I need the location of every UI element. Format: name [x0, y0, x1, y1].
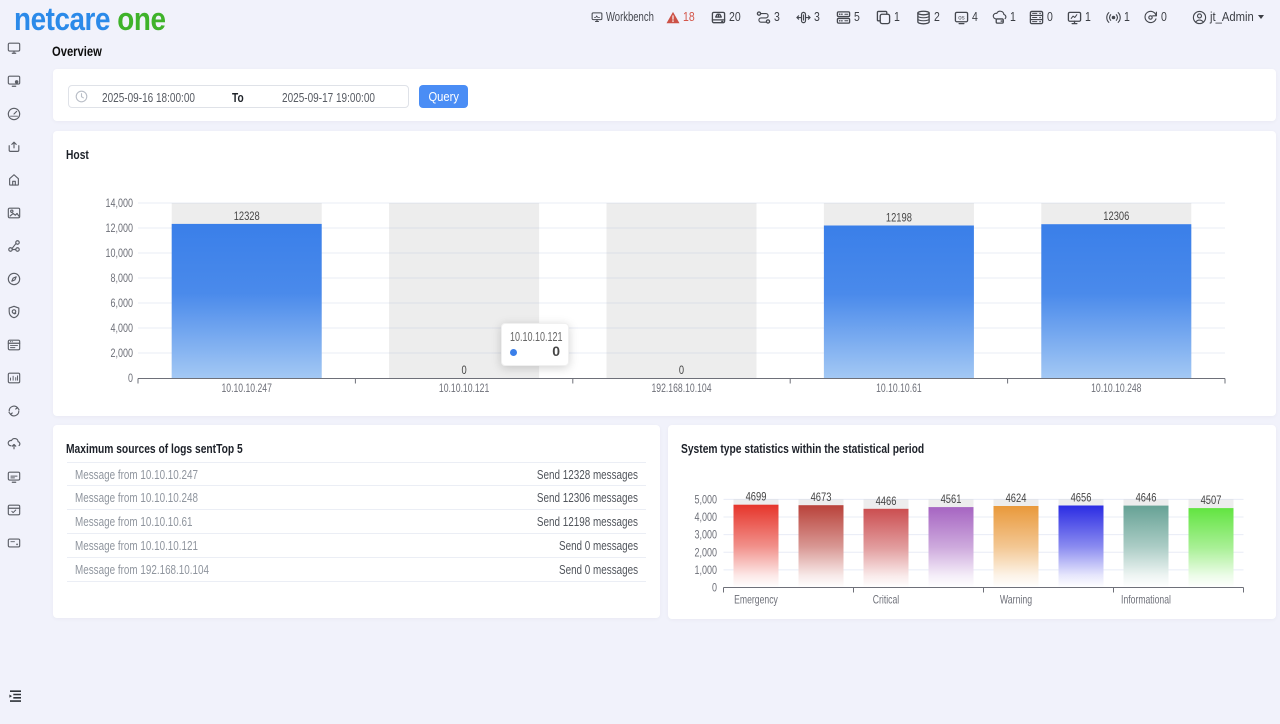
svg-text:Warning: Warning — [1000, 593, 1032, 607]
svg-text:2,000: 2,000 — [111, 346, 134, 360]
svg-text:12,000: 12,000 — [106, 221, 134, 235]
svg-text:4507: 4507 — [1201, 493, 1222, 507]
svg-text:12198: 12198 — [886, 211, 912, 225]
svg-text:Emergency: Emergency — [734, 593, 778, 607]
svg-text:8,000: 8,000 — [111, 271, 134, 285]
svg-text:10.10.10.121: 10.10.10.121 — [439, 381, 490, 395]
svg-text:5,000: 5,000 — [695, 492, 718, 506]
svg-text:4466: 4466 — [876, 494, 897, 508]
svg-text:12306: 12306 — [1103, 209, 1129, 223]
svg-text:4656: 4656 — [1071, 491, 1092, 505]
svg-text:192.168.10.104: 192.168.10.104 — [652, 381, 712, 395]
svg-text:4,000: 4,000 — [695, 510, 718, 524]
svg-text:10.10.10.248: 10.10.10.248 — [1091, 381, 1142, 395]
svg-text:4,000: 4,000 — [111, 321, 134, 335]
svg-text:3,000: 3,000 — [695, 528, 718, 542]
svg-text:10.10.10.61: 10.10.10.61 — [876, 381, 922, 395]
svg-text:4561: 4561 — [941, 492, 962, 506]
svg-text:os: os — [958, 14, 964, 21]
svg-text:12328: 12328 — [234, 209, 260, 223]
svg-text:4673: 4673 — [811, 490, 832, 504]
svg-text:4646: 4646 — [1136, 491, 1157, 505]
svg-text:0: 0 — [128, 371, 133, 385]
svg-text:0: 0 — [679, 363, 684, 377]
svg-text:10.10.10.247: 10.10.10.247 — [222, 381, 273, 395]
svg-text:0: 0 — [462, 363, 467, 377]
svg-text:Informational: Informational — [1121, 593, 1171, 607]
svg-text:2,000: 2,000 — [695, 545, 718, 559]
svg-text:4699: 4699 — [746, 490, 767, 504]
svg-text:10,000: 10,000 — [106, 246, 134, 260]
svg-text:0: 0 — [712, 581, 717, 595]
svg-text:1,000: 1,000 — [695, 563, 718, 577]
svg-text:6,000: 6,000 — [111, 296, 134, 310]
svg-text:Critical: Critical — [873, 593, 899, 607]
svg-text:4624: 4624 — [1006, 491, 1027, 505]
svg-text:14,000: 14,000 — [106, 196, 134, 210]
